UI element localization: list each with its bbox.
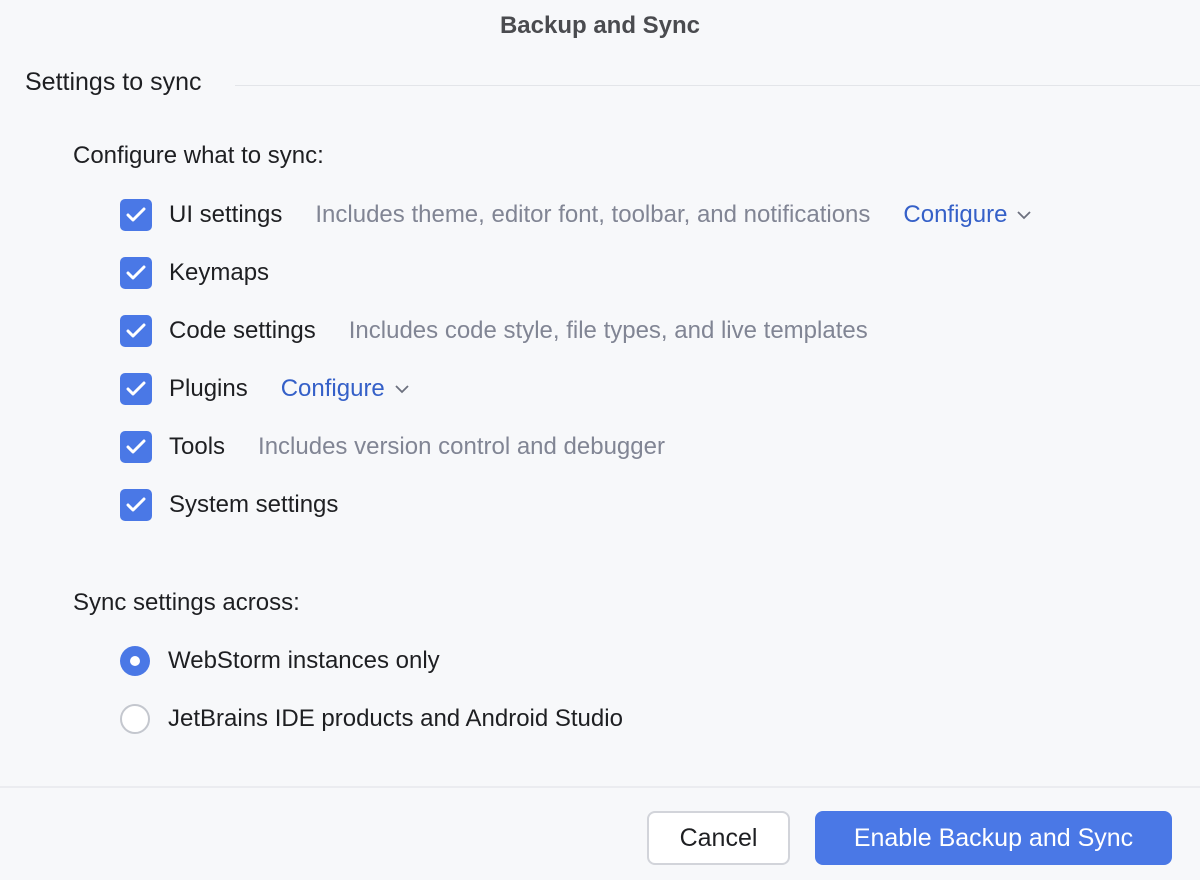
checkbox-checked-icon[interactable] — [120, 315, 152, 347]
checkbox-description: Includes theme, editor font, toolbar, an… — [315, 201, 870, 229]
checkbox-keymaps[interactable]: Keymaps — [120, 256, 269, 290]
checkbox-checked-icon[interactable] — [120, 489, 152, 521]
configure-ui-settings-link[interactable]: Configure — [903, 201, 1031, 229]
checkbox-ui-settings[interactable]: UI settings Includes theme, editor font,… — [120, 198, 1031, 232]
checkbox-label: Keymaps — [169, 259, 269, 287]
checkbox-label: Plugins — [169, 375, 248, 403]
section-header: Settings to sync — [25, 68, 201, 97]
checkbox-tools[interactable]: Tools Includes version control and debug… — [120, 430, 665, 464]
checkbox-label: UI settings — [169, 201, 282, 229]
checkbox-plugins[interactable]: Plugins Configure — [120, 372, 409, 406]
configure-group-label: Configure what to sync: — [73, 142, 324, 170]
section-divider — [235, 85, 1200, 86]
radio-unselected-icon[interactable] — [120, 704, 150, 734]
checkbox-checked-icon[interactable] — [120, 373, 152, 405]
footer-divider — [0, 786, 1200, 788]
checkbox-system-settings[interactable]: System settings — [120, 488, 338, 522]
configure-plugins-link[interactable]: Configure — [281, 375, 409, 403]
chevron-down-icon — [1017, 211, 1031, 220]
checkbox-checked-icon[interactable] — [120, 199, 152, 231]
checkbox-code-settings[interactable]: Code settings Includes code style, file … — [120, 314, 868, 348]
radio-label: JetBrains IDE products and Android Studi… — [168, 705, 623, 733]
checkbox-checked-icon[interactable] — [120, 431, 152, 463]
link-label: Configure — [281, 375, 385, 403]
link-label: Configure — [903, 201, 1007, 229]
radio-jetbrains-ides[interactable]: JetBrains IDE products and Android Studi… — [120, 702, 623, 736]
dialog-title: Backup and Sync — [0, 12, 1200, 40]
checkbox-label: System settings — [169, 491, 338, 519]
checkbox-description: Includes code style, file types, and liv… — [349, 317, 868, 345]
cancel-button[interactable]: Cancel — [647, 811, 790, 865]
sync-group-label: Sync settings across: — [73, 589, 300, 617]
checkbox-label: Code settings — [169, 317, 316, 345]
checkbox-label: Tools — [169, 433, 225, 461]
radio-selected-icon[interactable] — [120, 646, 150, 676]
enable-backup-sync-button[interactable]: Enable Backup and Sync — [815, 811, 1172, 865]
radio-webstorm-only[interactable]: WebStorm instances only — [120, 644, 440, 678]
checkbox-checked-icon[interactable] — [120, 257, 152, 289]
chevron-down-icon — [395, 385, 409, 394]
radio-label: WebStorm instances only — [168, 647, 440, 675]
checkbox-description: Includes version control and debugger — [258, 433, 665, 461]
